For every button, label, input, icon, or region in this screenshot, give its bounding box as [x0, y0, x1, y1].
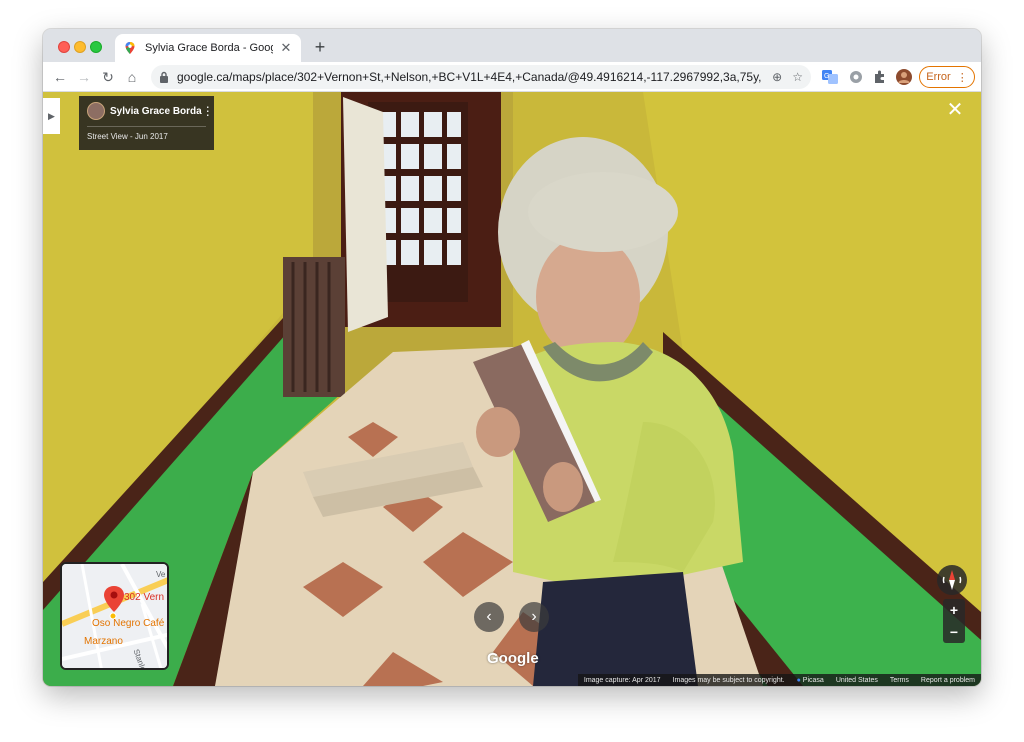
mini-map-roads: [62, 564, 167, 668]
close-street-view-icon[interactable]: ✕: [945, 100, 965, 120]
puzzle-extensions-icon[interactable]: [871, 68, 889, 86]
translate-extension-icon[interactable]: G: [821, 68, 839, 86]
new-tab-button[interactable]: +: [309, 36, 331, 58]
street-view-panorama[interactable]: ▶ Sylvia Grace Borda ⋮ Street View - Jun…: [43, 92, 981, 686]
side-panel-toggle-button[interactable]: ▶: [43, 98, 60, 134]
region-link[interactable]: United States: [836, 677, 878, 684]
picasa-dot-icon: ●: [796, 676, 801, 684]
map-label-restaurant[interactable]: Marzano: [84, 636, 123, 647]
street-view-date[interactable]: Street View - Jun 2017: [87, 132, 206, 141]
close-window-button[interactable]: [58, 41, 70, 53]
picasa-link[interactable]: ● Picasa: [797, 677, 824, 684]
kebab-menu-icon: ⋮: [956, 71, 968, 84]
zoom-controls: + −: [943, 599, 965, 643]
compass-button[interactable]: [937, 565, 967, 595]
mini-map[interactable]: 302 Vern Oso Negro Café Marzano Stanley …: [60, 562, 169, 670]
profile-error-button[interactable]: Error ⋮: [919, 66, 975, 88]
bookmark-star-icon[interactable]: ☆: [792, 70, 803, 84]
error-label: Error: [926, 71, 951, 83]
previous-arrow-button[interactable]: ‹: [474, 602, 504, 632]
maps-pin-icon: [125, 42, 135, 54]
address-bar[interactable]: google.ca/maps/place/302+Vernon+St,+Nels…: [151, 65, 811, 89]
google-logo: Google: [487, 650, 539, 667]
card-divider: [87, 126, 206, 127]
minimize-window-button[interactable]: [74, 41, 86, 53]
settings-extension-icon[interactable]: [847, 68, 865, 86]
svg-text:G: G: [824, 73, 829, 80]
browser-toolbar: ← → ↻ ⌂ google.ca/maps/place/302+Vernon+…: [43, 62, 981, 92]
maximize-window-button[interactable]: [90, 41, 102, 53]
home-icon[interactable]: ⌂: [121, 66, 143, 88]
profile-avatar[interactable]: [895, 68, 913, 86]
picasa-label: Picasa: [802, 676, 824, 684]
browser-window: Sylvia Grace Borda - Google M ✕ + ← → ↻ …: [43, 29, 981, 686]
map-label-street-top: Ve: [156, 570, 166, 579]
place-title[interactable]: Sylvia Grace Borda: [110, 106, 202, 117]
report-problem-link[interactable]: Report a problem: [921, 677, 975, 684]
tab-strip: Sylvia Grace Borda - Google M ✕ +: [43, 29, 981, 62]
zoom-in-button[interactable]: +: [943, 599, 965, 621]
attribution-footer: Image capture: Apr 2017 Images may be su…: [577, 674, 981, 686]
contributor-avatar[interactable]: [87, 102, 105, 120]
reload-icon[interactable]: ↻: [97, 66, 119, 88]
next-arrow-button[interactable]: ›: [519, 602, 549, 632]
terms-link[interactable]: Terms: [890, 677, 909, 684]
lock-icon: [160, 71, 168, 83]
url-text: google.ca/maps/place/302+Vernon+St,+Nels…: [177, 70, 763, 84]
place-info-card: Sylvia Grace Borda ⋮ Street View - Jun 2…: [79, 96, 214, 150]
tab-title: Sylvia Grace Borda - Google M: [145, 42, 273, 54]
copyright-notice: Images may be subject to copyright.: [672, 676, 785, 684]
map-label-cafe[interactable]: Oso Negro Café: [92, 618, 164, 629]
compass-icon: [942, 570, 962, 590]
zoom-plus-icon[interactable]: ⊕: [772, 70, 782, 84]
map-label-address[interactable]: 302 Vern: [124, 592, 164, 603]
more-options-icon[interactable]: ⋮: [202, 104, 214, 118]
close-tab-icon[interactable]: ✕: [279, 40, 293, 56]
tab-google-maps[interactable]: Sylvia Grace Borda - Google M ✕: [115, 34, 301, 62]
image-capture-date: Image capture: Apr 2017: [583, 676, 661, 684]
zoom-out-button[interactable]: −: [943, 621, 965, 643]
forward-arrow-icon[interactable]: →: [73, 66, 95, 88]
back-arrow-icon[interactable]: ←: [49, 66, 71, 88]
panorama-image: [43, 92, 981, 686]
